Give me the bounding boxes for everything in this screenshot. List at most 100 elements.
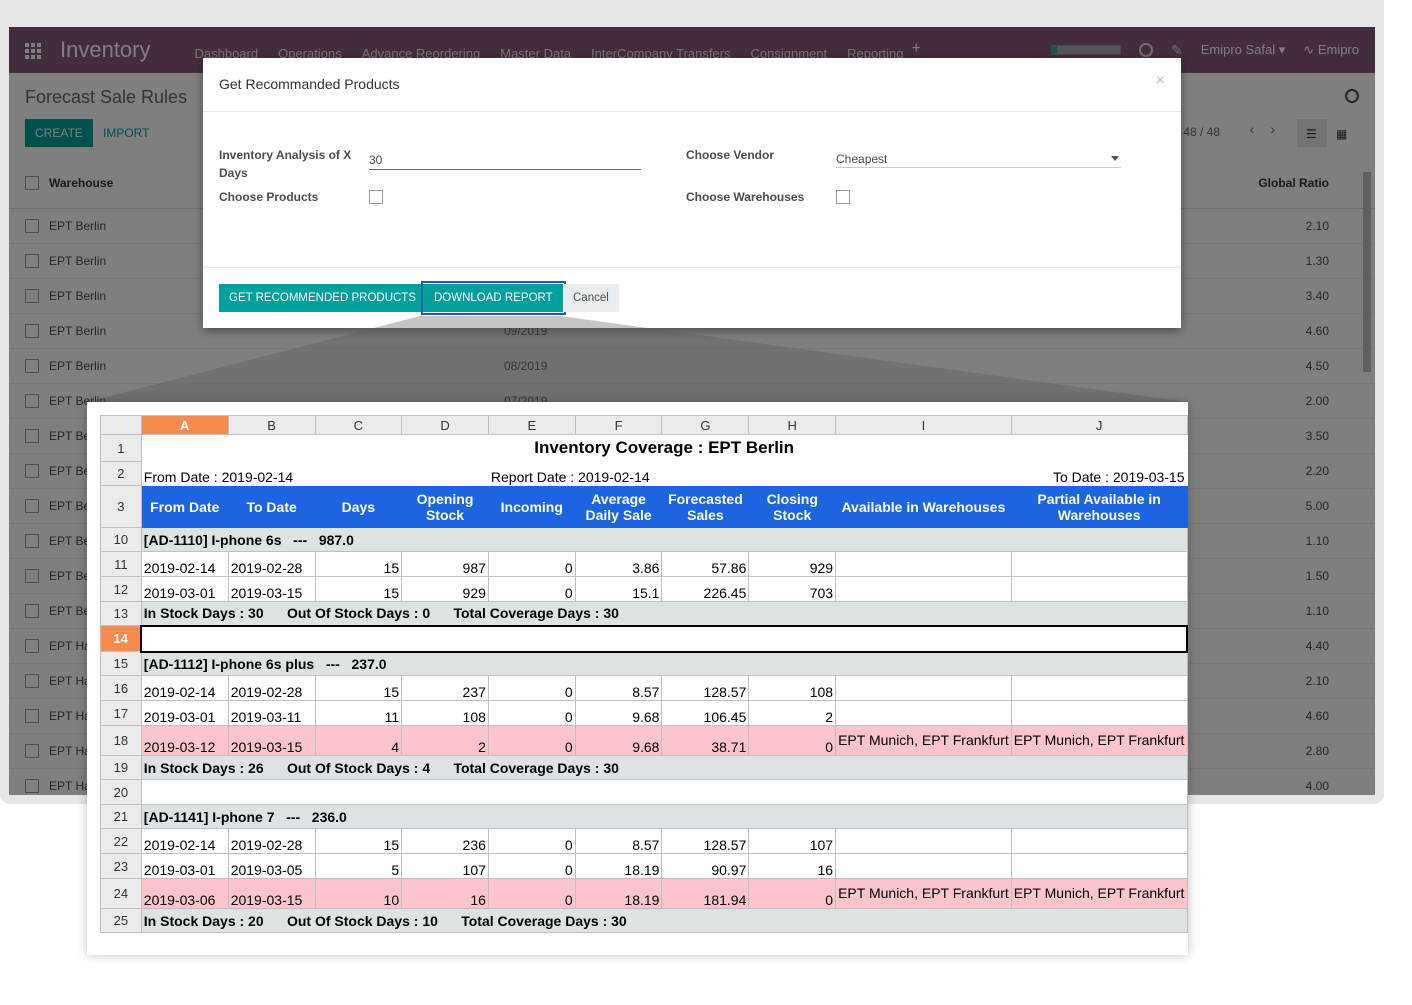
data-cell[interactable]: 0 <box>487 725 576 756</box>
data-cell[interactable]: 2 <box>748 700 837 726</box>
data-cell[interactable]: 2019-02-14 <box>140 675 229 701</box>
row-number[interactable]: 10 <box>100 527 142 552</box>
data-cell[interactable]: 106.45 <box>661 700 750 726</box>
data-cell[interactable]: 2019-03-15 <box>227 878 316 909</box>
data-cell[interactable]: 2019-03-15 <box>227 576 316 602</box>
data-cell[interactable] <box>835 576 1012 602</box>
data-cell[interactable]: 2019-03-06 <box>140 878 229 909</box>
product-heading[interactable]: [AD-1141] I-phone 7 --- 236.0 <box>140 804 1188 829</box>
row-number[interactable]: 13 <box>100 601 142 626</box>
data-cell[interactable]: 18.19 <box>574 878 663 909</box>
column-header-f[interactable]: F <box>574 415 663 435</box>
row-number[interactable]: 20 <box>100 779 142 805</box>
data-cell[interactable]: 15 <box>314 576 403 602</box>
data-cell[interactable]: 15 <box>314 675 403 701</box>
data-cell[interactable]: 8.57 <box>574 828 663 854</box>
data-cell[interactable] <box>1010 700 1188 726</box>
data-cell[interactable]: EPT Munich, EPT Frankfurt <box>835 725 1012 756</box>
data-cell[interactable]: 703 <box>748 576 837 602</box>
row-number[interactable]: 3 <box>100 485 142 528</box>
data-cell[interactable]: 2019-02-14 <box>140 828 229 854</box>
data-cell[interactable]: EPT Munich, EPT Frankfurt <box>1010 725 1188 756</box>
data-cell[interactable]: 0 <box>487 878 576 909</box>
data-cell[interactable]: 107 <box>748 828 837 854</box>
report-column-header[interactable]: Closing Stock <box>748 485 837 528</box>
data-cell[interactable]: 8.57 <box>574 675 663 701</box>
report-column-header[interactable]: To Date <box>227 485 316 528</box>
report-column-header[interactable]: Incoming <box>487 485 576 528</box>
data-cell[interactable] <box>835 675 1012 701</box>
coverage-summary[interactable]: In Stock Days : 26 Out Of Stock Days : 4… <box>140 755 1188 780</box>
data-cell[interactable] <box>1010 853 1188 879</box>
report-column-header[interactable]: Forecasted Sales <box>661 485 750 528</box>
column-header-e[interactable]: E <box>487 415 576 435</box>
data-cell[interactable]: 3.86 <box>574 551 663 577</box>
report-column-header[interactable]: Days <box>314 485 403 528</box>
data-cell[interactable]: 0 <box>487 576 576 602</box>
row-number[interactable]: 21 <box>100 804 142 829</box>
data-cell[interactable]: 10 <box>314 878 403 909</box>
data-cell[interactable]: 15 <box>314 551 403 577</box>
row-number[interactable]: 1 <box>100 434 142 462</box>
row-number[interactable]: 11 <box>100 551 142 577</box>
data-cell[interactable]: 15.1 <box>574 576 663 602</box>
data-cell[interactable]: 38.71 <box>661 725 750 756</box>
data-cell[interactable]: EPT Munich, EPT Frankfurt <box>835 878 1012 909</box>
data-cell[interactable]: 0 <box>748 725 837 756</box>
data-cell[interactable]: 2019-02-28 <box>227 551 316 577</box>
data-cell[interactable]: 0 <box>748 878 837 909</box>
data-cell[interactable]: 2 <box>401 725 489 756</box>
row-number[interactable]: 12 <box>100 576 142 602</box>
data-cell[interactable]: 987 <box>401 551 489 577</box>
row-number[interactable]: 15 <box>100 651 142 676</box>
data-cell[interactable]: 181.94 <box>661 878 750 909</box>
data-cell[interactable]: 108 <box>401 700 489 726</box>
data-cell[interactable] <box>835 853 1012 879</box>
data-cell[interactable]: 57.86 <box>661 551 750 577</box>
data-cell[interactable]: 107 <box>401 853 489 879</box>
data-cell[interactable]: 9.68 <box>574 700 663 726</box>
data-cell[interactable]: EPT Munich, EPT Frankfurt <box>1010 878 1188 909</box>
product-heading[interactable]: [AD-1110] I-phone 6s --- 987.0 <box>140 527 1188 552</box>
data-cell[interactable]: 2019-03-05 <box>227 853 316 879</box>
data-cell[interactable]: 0 <box>487 675 576 701</box>
data-cell[interactable]: 929 <box>401 576 489 602</box>
corner-cell[interactable] <box>100 415 142 435</box>
data-cell[interactable]: 15 <box>314 828 403 854</box>
row-number[interactable]: 17 <box>100 700 142 726</box>
data-cell[interactable] <box>1010 576 1188 602</box>
row-number[interactable]: 19 <box>100 755 142 780</box>
data-cell[interactable]: 2019-02-28 <box>227 675 316 701</box>
data-cell[interactable]: 929 <box>748 551 837 577</box>
column-header-b[interactable]: B <box>227 415 316 435</box>
column-header-j[interactable]: J <box>1010 415 1188 435</box>
column-header-d[interactable]: D <box>401 415 489 435</box>
row-number[interactable]: 16 <box>100 675 142 701</box>
data-cell[interactable]: 2019-02-14 <box>140 551 229 577</box>
report-column-header[interactable]: Average Daily Sale <box>574 485 663 528</box>
row-number[interactable]: 23 <box>100 853 142 879</box>
row-number[interactable]: 14 <box>100 625 142 652</box>
data-cell[interactable]: 2019-03-01 <box>140 853 229 879</box>
data-cell[interactable] <box>1010 828 1188 854</box>
data-cell[interactable]: 2019-03-15 <box>227 725 316 756</box>
data-cell[interactable]: 2019-02-28 <box>227 828 316 854</box>
column-header-g[interactable]: G <box>661 415 750 435</box>
data-cell[interactable]: 16 <box>748 853 837 879</box>
row-number[interactable]: 25 <box>100 908 142 933</box>
data-cell[interactable]: 16 <box>401 878 489 909</box>
column-header-a[interactable]: A <box>140 415 229 435</box>
data-cell[interactable]: 2019-03-11 <box>227 700 316 726</box>
data-cell[interactable]: 237 <box>401 675 489 701</box>
data-cell[interactable]: 11 <box>314 700 403 726</box>
data-cell[interactable] <box>835 551 1012 577</box>
data-cell[interactable]: 5 <box>314 853 403 879</box>
data-cell[interactable]: 0 <box>487 853 576 879</box>
product-heading[interactable]: [AD-1112] I-phone 6s plus --- 237.0 <box>140 651 1188 676</box>
report-column-header[interactable]: From Date <box>140 485 229 528</box>
report-column-header[interactable]: Opening Stock <box>401 485 489 528</box>
data-cell[interactable]: 0 <box>487 828 576 854</box>
row-number[interactable]: 18 <box>100 725 142 756</box>
column-header-h[interactable]: H <box>748 415 837 435</box>
data-cell[interactable]: 4 <box>314 725 403 756</box>
